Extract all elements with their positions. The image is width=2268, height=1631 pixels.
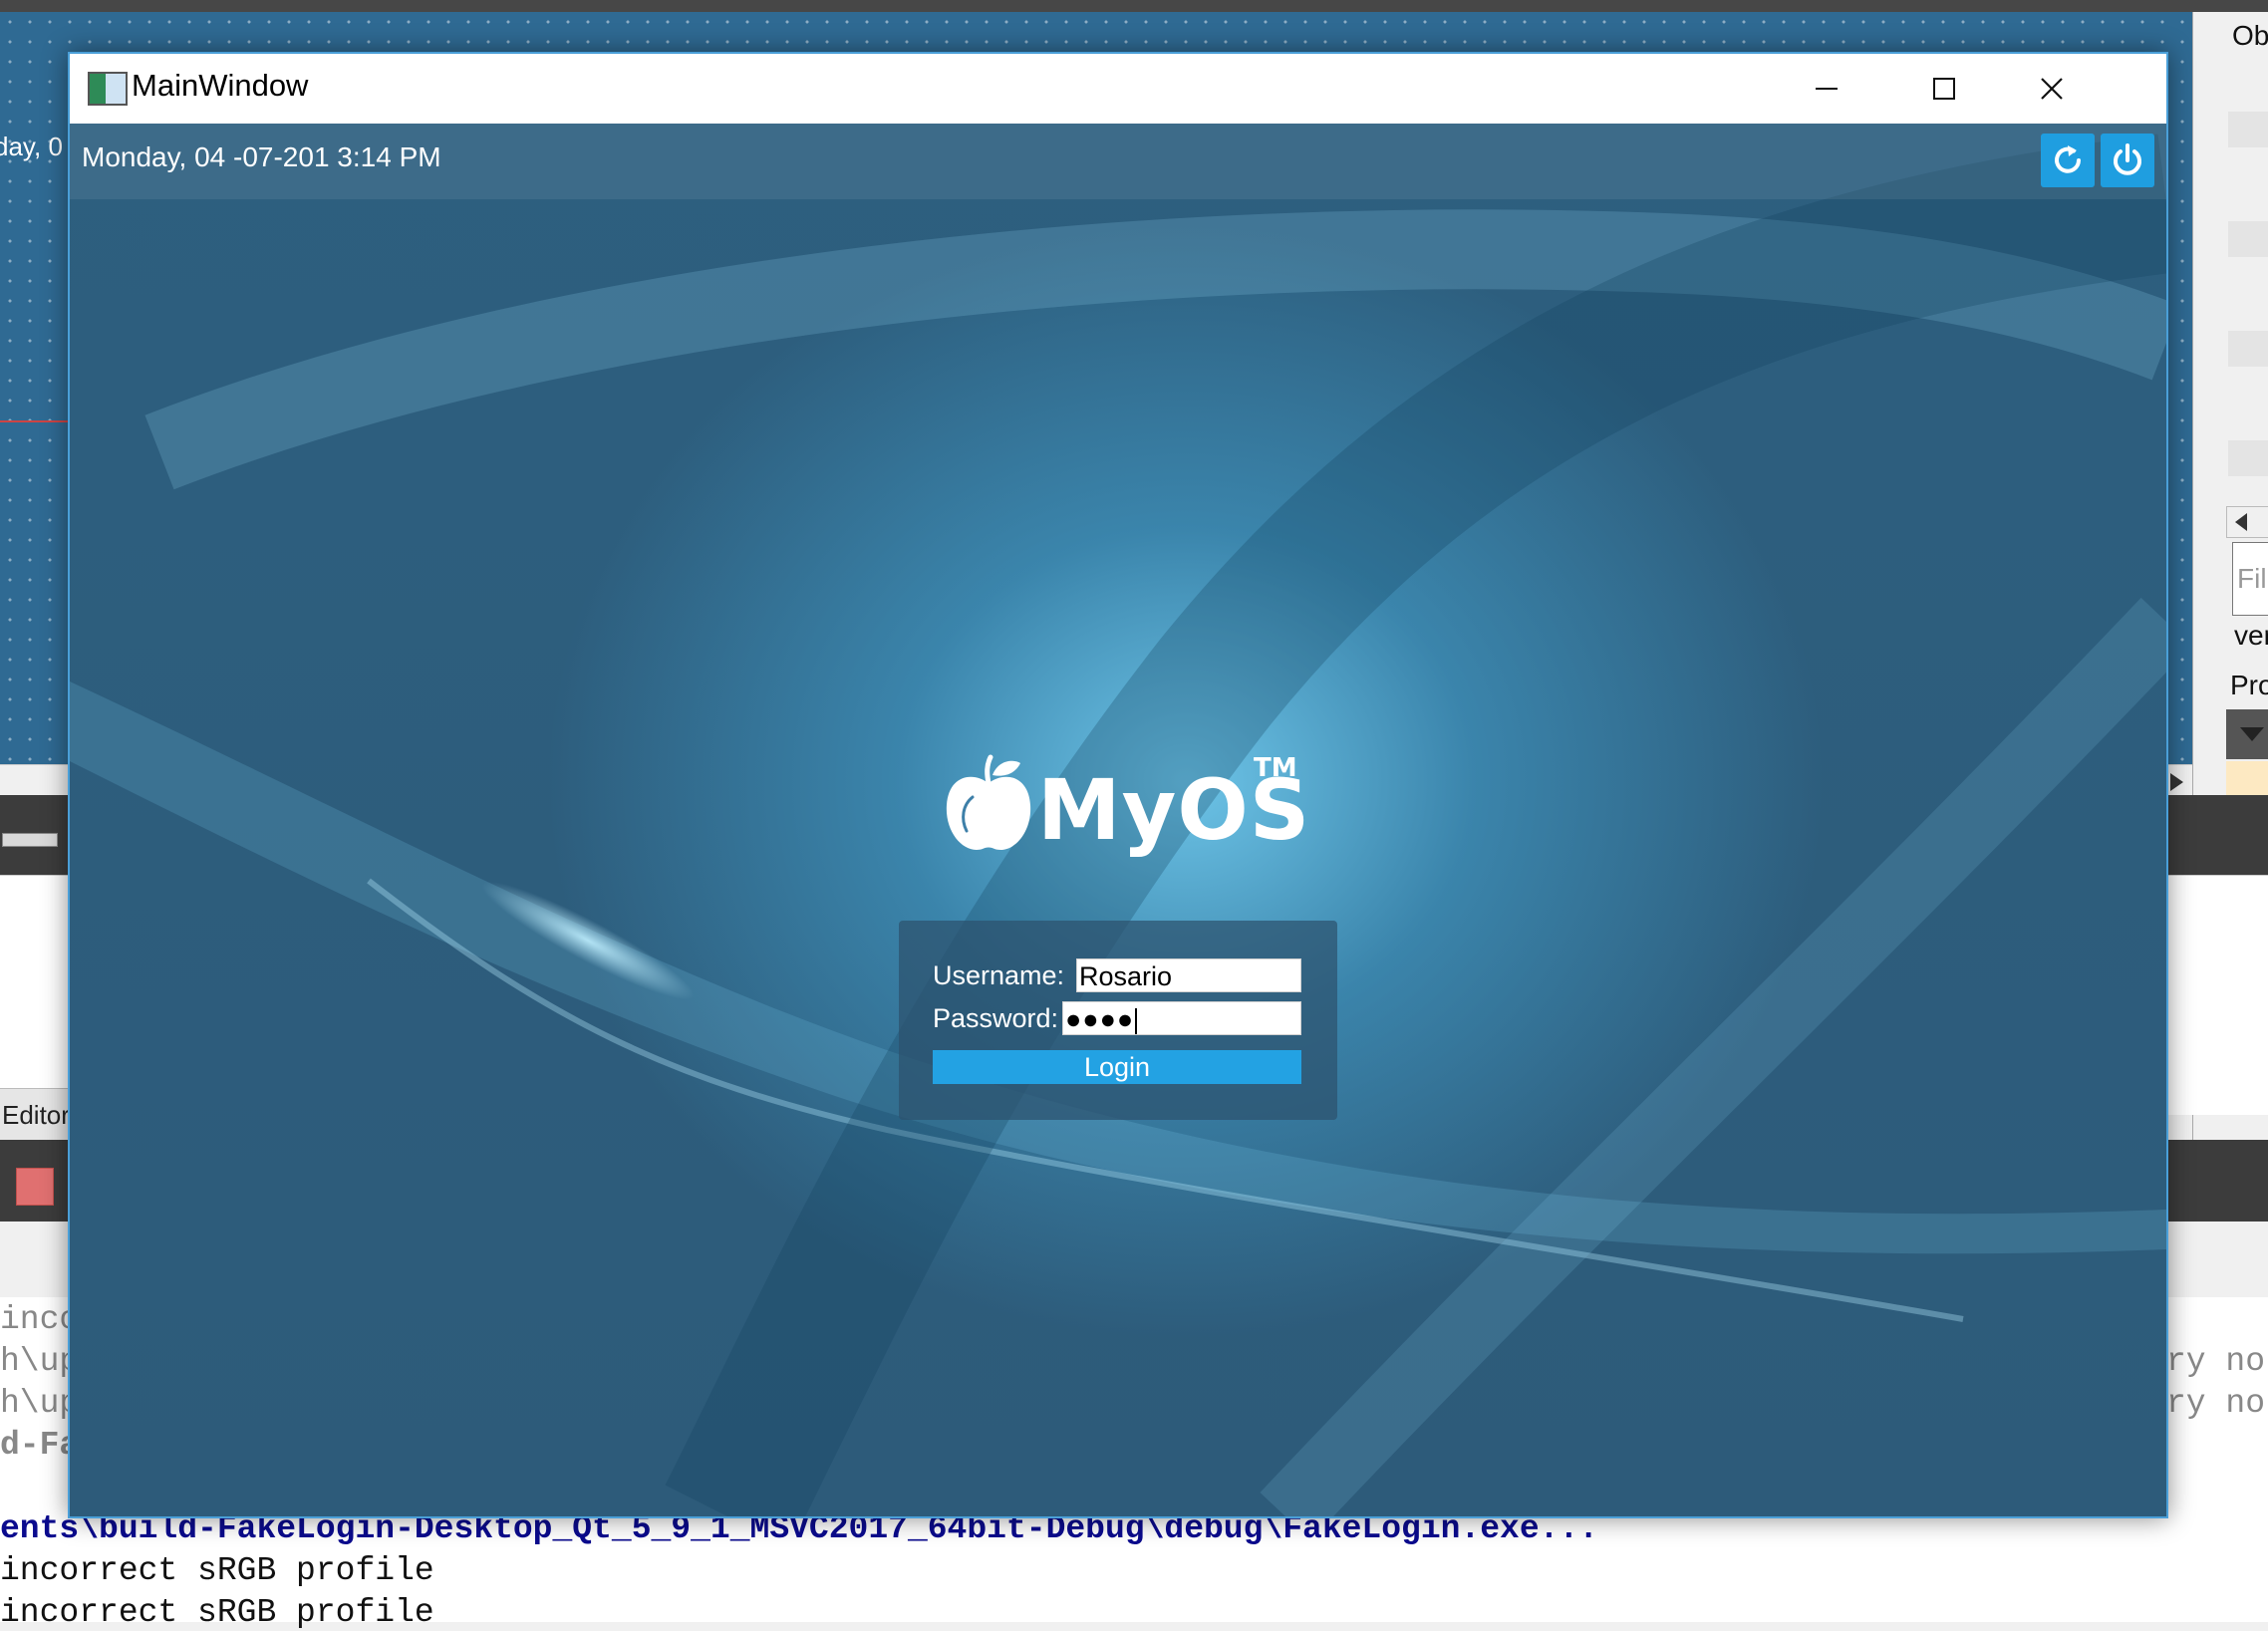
window-title: MainWindow — [132, 68, 309, 103]
property-filter-input[interactable]: Fil — [2232, 542, 2268, 616]
minimize-icon — [1816, 88, 1838, 90]
object-inspector-title: Ob — [2232, 20, 2268, 51]
scroll-right-icon[interactable] — [2170, 773, 2183, 791]
text-caret — [1135, 1007, 1138, 1034]
title-bar[interactable]: MainWindow — [70, 54, 2166, 124]
inspector-row[interactable] — [2228, 221, 2268, 257]
inspector-scroll-left[interactable] — [2226, 506, 2268, 538]
chevron-down-icon — [2240, 727, 2264, 741]
ide-top-bar — [0, 0, 2268, 12]
designer-date-fragment: day, 0 — [0, 132, 63, 161]
login-screen: Monday, 04 -07-201 3:14 PM MyOS TM Usern… — [70, 124, 2166, 1516]
power-icon — [2114, 143, 2141, 175]
password-input[interactable]: ●●●● — [1062, 1001, 1301, 1035]
filter-placeholder: Fil — [2237, 563, 2267, 594]
property-section-label: Pro — [2230, 670, 2268, 700]
login-button[interactable]: Login — [933, 1050, 1301, 1084]
username-input[interactable]: Rosario — [1076, 958, 1301, 992]
username-label: Username: — [933, 960, 1065, 990]
refresh-icon — [2055, 145, 2081, 173]
scroll-left-icon — [2235, 513, 2247, 531]
output-line: incorrect sRGB profile — [0, 1594, 434, 1631]
shutdown-button[interactable] — [2101, 134, 2154, 187]
password-label: Password: — [933, 1003, 1059, 1033]
close-icon — [2041, 78, 2063, 100]
maximize-button[interactable] — [1885, 54, 2003, 124]
inspector-row[interactable] — [2228, 331, 2268, 367]
app-window-icon — [88, 72, 128, 106]
apple-icon — [946, 754, 1031, 850]
trademark-symbol: TM — [1254, 753, 1297, 783]
restart-button[interactable] — [2041, 134, 2095, 187]
password-value: ●●●● — [1065, 1004, 1135, 1034]
property-group-header[interactable] — [2226, 709, 2268, 759]
stop-icon[interactable] — [16, 1168, 54, 1206]
main-window: MainWindow Monday, 04 -07-201 3:14 PM My… — [68, 52, 2168, 1518]
close-button[interactable] — [1993, 54, 2111, 124]
inspector-row[interactable] — [2228, 112, 2268, 147]
output-line: ry no — [2166, 1385, 2266, 1422]
minimize-button[interactable] — [1768, 54, 1885, 124]
maximize-icon — [1933, 78, 1955, 100]
date-time-label: Monday, 04 -07-201 3:14 PM — [82, 141, 441, 172]
inspector-row[interactable] — [2228, 440, 2268, 476]
login-form: Username: Rosario Password: ●●●● Login — [899, 921, 1337, 1120]
output-line: ry no — [2166, 1343, 2266, 1380]
output-line: incorrect sRGB profile — [0, 1552, 434, 1589]
splitter-handle[interactable] — [2, 833, 58, 847]
inspector-item-label: ver — [2234, 620, 2268, 651]
